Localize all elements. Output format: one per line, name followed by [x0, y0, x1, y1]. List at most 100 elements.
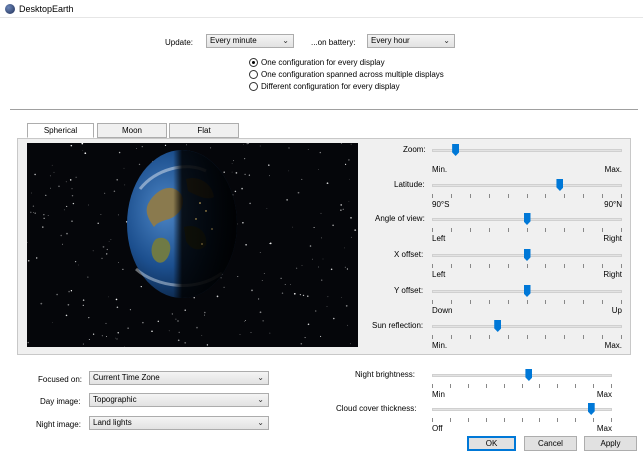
- ok-button[interactable]: OK: [467, 436, 516, 451]
- slider-tick: [621, 335, 622, 339]
- star: [63, 209, 65, 211]
- update-select-value: Every minute: [210, 36, 257, 45]
- radio-one-config[interactable]: One configuration for every display: [249, 56, 385, 68]
- y-offset-label: Y offset:: [394, 286, 424, 295]
- radio-spanned-config[interactable]: One configuration spanned across multipl…: [249, 68, 444, 80]
- tab-flat[interactable]: Flat: [169, 123, 239, 138]
- slider-tick: [564, 300, 565, 304]
- tab-moon[interactable]: Moon: [97, 123, 167, 138]
- slider-thumb[interactable]: [523, 213, 531, 225]
- star: [340, 209, 342, 211]
- latitude-label: Latitude:: [394, 180, 425, 189]
- star: [65, 181, 67, 183]
- star: [71, 194, 74, 197]
- star: [70, 290, 73, 292]
- slider-track: [432, 374, 612, 377]
- separator: [10, 109, 638, 110]
- star: [82, 304, 84, 307]
- slider-tick: [583, 228, 584, 232]
- slider-tick: [486, 418, 487, 422]
- x-offset-slider[interactable]: Left Right: [432, 249, 622, 283]
- radio-button[interactable]: [249, 81, 258, 91]
- slider-ticks: [432, 300, 622, 304]
- star: [82, 299, 85, 301]
- angle-of-view-slider[interactable]: Left Right: [432, 213, 622, 247]
- radio-label: One configuration spanned across multipl…: [261, 69, 444, 79]
- slider-thumb[interactable]: [525, 369, 533, 381]
- slider-thumb[interactable]: [587, 403, 595, 415]
- star: [242, 222, 244, 224]
- zoom-min-label: Min.: [432, 165, 448, 174]
- star: [304, 337, 306, 339]
- update-select[interactable]: Every minute ⌄: [206, 34, 294, 48]
- slider-tick: [450, 384, 451, 388]
- star: [105, 322, 107, 324]
- cloud-cover-slider[interactable]: Off Max: [432, 403, 612, 437]
- slider-tick: [611, 418, 612, 422]
- star: [204, 314, 206, 316]
- slider-track: [432, 325, 622, 328]
- slider-thumb[interactable]: [523, 285, 531, 297]
- star: [249, 202, 251, 205]
- cloud-cover-max-label: Max: [596, 424, 612, 433]
- slider-thumb[interactable]: [556, 179, 564, 191]
- slider-tick: [522, 384, 523, 388]
- star: [116, 178, 119, 181]
- star: [307, 149, 309, 150]
- star: [104, 192, 106, 194]
- radio-different-config[interactable]: Different configuration for every displa…: [249, 80, 400, 92]
- star: [142, 321, 144, 324]
- night-image-label: Night image:: [36, 420, 81, 429]
- star: [78, 264, 79, 266]
- star: [340, 143, 342, 144]
- battery-label: ...on battery:: [311, 38, 356, 47]
- star: [318, 266, 319, 268]
- slider-tick: [489, 228, 490, 232]
- star: [258, 298, 260, 300]
- radio-button[interactable]: [249, 69, 258, 79]
- slider-thumb[interactable]: [494, 320, 502, 332]
- star: [281, 292, 284, 294]
- angle-of-view-label: Angle of view:: [375, 214, 425, 223]
- slider-tick: [504, 384, 505, 388]
- latitude-max-label: 90°N: [604, 200, 622, 209]
- slider-thumb[interactable]: [452, 144, 460, 156]
- sun-reflection-slider[interactable]: Min. Max.: [432, 320, 622, 354]
- star: [106, 336, 108, 337]
- slider-tick: [539, 384, 540, 388]
- battery-select[interactable]: Every hour ⌄: [367, 34, 455, 48]
- latitude-min-label: 90°S: [432, 200, 450, 209]
- star: [30, 211, 32, 214]
- night-image-select[interactable]: Land lights ⌄: [89, 416, 269, 430]
- radio-button[interactable]: [249, 57, 258, 67]
- cancel-button[interactable]: Cancel: [524, 436, 577, 451]
- star: [248, 174, 251, 176]
- slider-thumb[interactable]: [523, 249, 531, 261]
- star: [288, 147, 290, 149]
- star: [244, 320, 246, 322]
- focused-on-label: Focused on:: [38, 375, 83, 384]
- star: [250, 332, 252, 334]
- star: [175, 318, 177, 320]
- slider-tick: [593, 384, 594, 388]
- star: [100, 213, 102, 215]
- star: [326, 182, 329, 185]
- y-offset-slider[interactable]: Down Up: [432, 285, 622, 319]
- star: [346, 268, 348, 270]
- slider-tick: [470, 300, 471, 304]
- desktop-earth-icon: [5, 4, 15, 14]
- star: [82, 343, 84, 345]
- apply-button[interactable]: Apply: [584, 436, 637, 451]
- day-image-select[interactable]: Topographic ⌄: [89, 393, 269, 407]
- slider-tick: [432, 418, 433, 422]
- slider-tick: [602, 228, 603, 232]
- battery-select-value: Every hour: [371, 36, 410, 45]
- focused-on-select[interactable]: Current Time Zone ⌄: [89, 371, 269, 385]
- tab-spherical[interactable]: Spherical: [27, 123, 94, 138]
- slider-tick: [432, 300, 433, 304]
- star: [269, 175, 270, 177]
- star: [110, 239, 112, 241]
- zoom-slider[interactable]: Min. Max.: [432, 144, 622, 178]
- night-brightness-slider[interactable]: Min Max: [432, 369, 612, 403]
- latitude-slider[interactable]: 90°S 90°N: [432, 179, 622, 213]
